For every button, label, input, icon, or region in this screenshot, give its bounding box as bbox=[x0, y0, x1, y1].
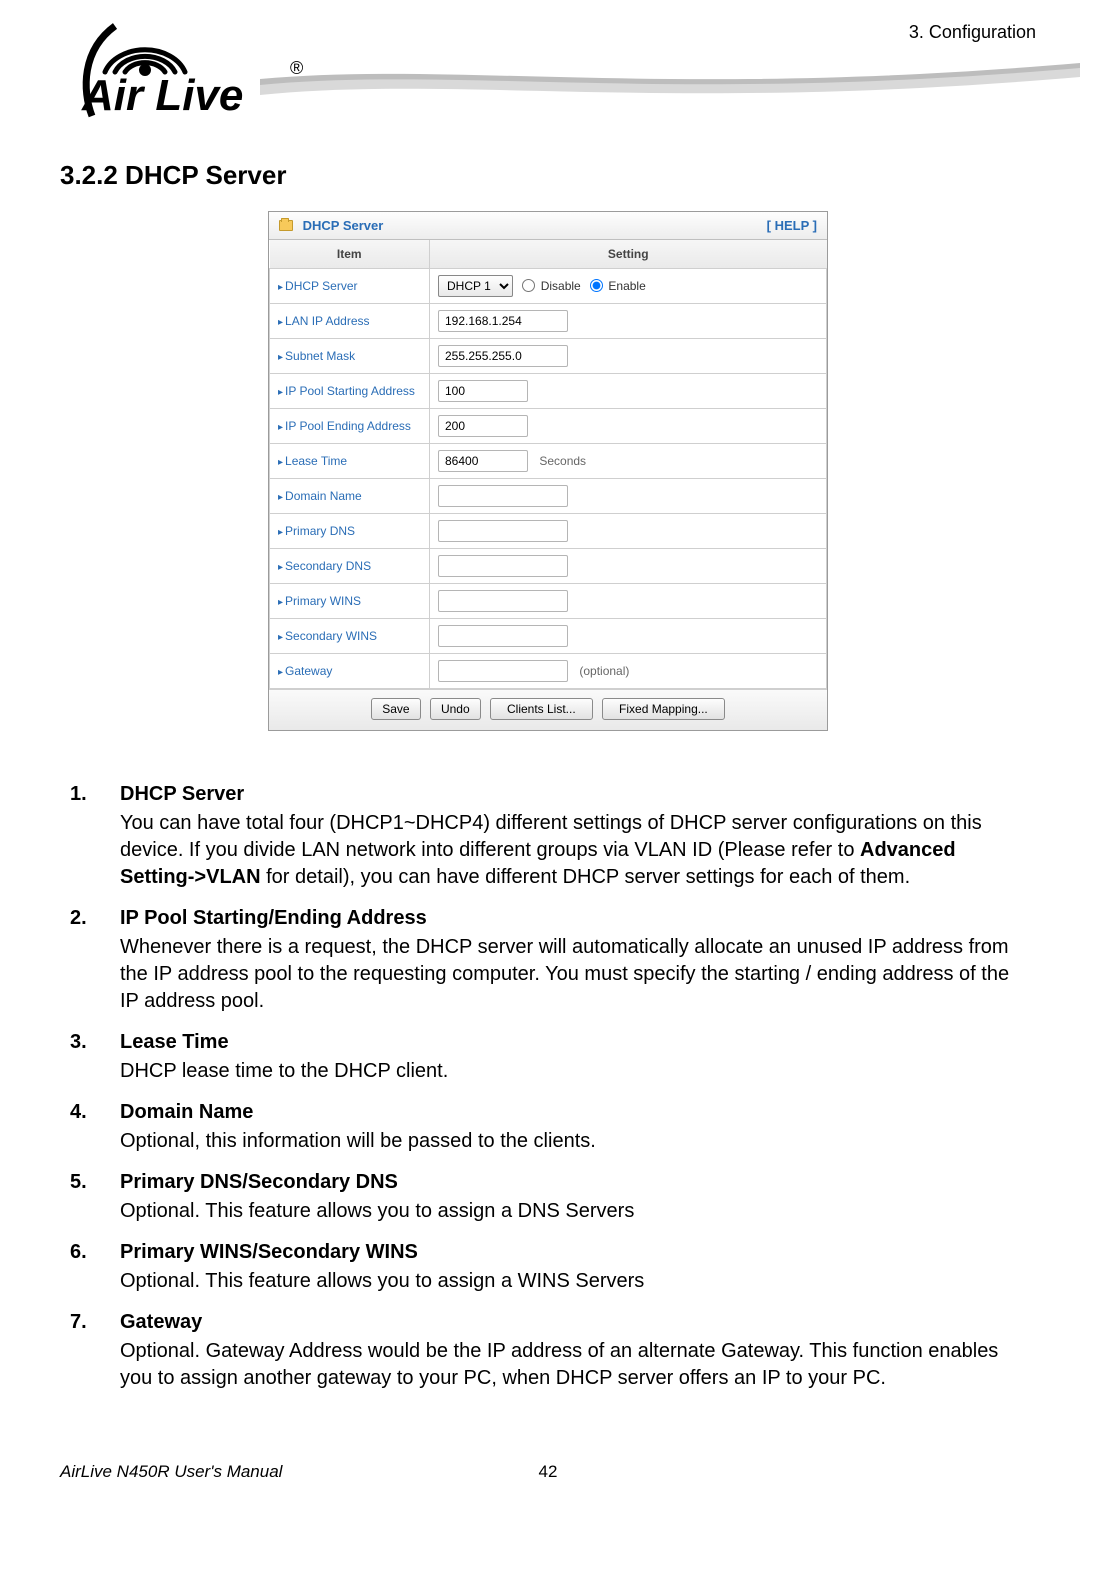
undo-button[interactable]: Undo bbox=[430, 698, 481, 720]
lease-time-unit: Seconds bbox=[539, 454, 586, 468]
desc-item: 6. Primary WINS/Secondary WINS Optional.… bbox=[70, 1239, 1026, 1295]
svg-text:Air Live: Air Live bbox=[81, 71, 243, 120]
desc-num: 2. bbox=[70, 905, 120, 1015]
desc-num: 1. bbox=[70, 781, 120, 891]
dhcp-server-panel: DHCP Server [ HELP ] Item Setting ▸DHCP … bbox=[268, 211, 828, 731]
footer-manual-name: AirLive N450R User's Manual bbox=[60, 1462, 282, 1482]
desc-text: Optional. This feature allows you to ass… bbox=[120, 1270, 644, 1292]
desc-item: 4. Domain Name Optional, this informatio… bbox=[70, 1099, 1026, 1155]
desc-title: Domain Name bbox=[120, 1099, 1026, 1126]
row-dhcp-server-label: ▸DHCP Server bbox=[270, 269, 430, 304]
description-list: 1. DHCP Server You can have total four (… bbox=[70, 781, 1026, 1392]
desc-num: 5. bbox=[70, 1169, 120, 1225]
row-dhcp-server-setting: DHCP 1 Disable Enable bbox=[430, 269, 827, 304]
desc-item: 1. DHCP Server You can have total four (… bbox=[70, 781, 1026, 891]
row-poolstart-label: ▸IP Pool Starting Address bbox=[270, 374, 430, 409]
desc-num: 3. bbox=[70, 1029, 120, 1085]
subnet-mask-input[interactable] bbox=[438, 345, 568, 367]
row-pdns-label: ▸Primary DNS bbox=[270, 514, 430, 549]
row-domain-label: ▸Domain Name bbox=[270, 479, 430, 514]
desc-item: 5. Primary DNS/Secondary DNS Optional. T… bbox=[70, 1169, 1026, 1225]
row-gateway-label: ▸Gateway bbox=[270, 654, 430, 689]
dhcp-instance-select[interactable]: DHCP 1 bbox=[438, 275, 513, 297]
secondary-wins-input[interactable] bbox=[438, 625, 568, 647]
dhcp-enable-option[interactable]: Enable bbox=[584, 279, 646, 293]
desc-item: 3. Lease Time DHCP lease time to the DHC… bbox=[70, 1029, 1026, 1085]
desc-num: 4. bbox=[70, 1099, 120, 1155]
domain-name-input[interactable] bbox=[438, 485, 568, 507]
row-swins-label: ▸Secondary WINS bbox=[270, 619, 430, 654]
brand-logo: Air Live ® bbox=[60, 20, 320, 120]
dhcp-disable-option[interactable]: Disable bbox=[516, 279, 580, 293]
desc-text: Optional. This feature allows you to ass… bbox=[120, 1200, 634, 1222]
desc-text: Optional, this information will be passe… bbox=[120, 1130, 596, 1152]
gateway-hint: (optional) bbox=[579, 664, 629, 678]
desc-title: Lease Time bbox=[120, 1029, 1026, 1056]
page-footer: AirLive N450R User's Manual 42 bbox=[60, 1462, 1036, 1482]
save-button[interactable]: Save bbox=[371, 698, 420, 720]
desc-title: IP Pool Starting/Ending Address bbox=[120, 905, 1026, 932]
desc-item: 7. Gateway Optional. Gateway Address wou… bbox=[70, 1309, 1026, 1392]
panel-button-row: Save Undo Clients List... Fixed Mapping.… bbox=[269, 689, 827, 730]
col-setting: Setting bbox=[430, 240, 827, 269]
desc-num: 7. bbox=[70, 1309, 120, 1392]
primary-dns-input[interactable] bbox=[438, 520, 568, 542]
chapter-reference: 3. Configuration bbox=[909, 20, 1036, 43]
desc-text: You can have total four (DHCP1~DHCP4) di… bbox=[120, 812, 982, 888]
gateway-input[interactable] bbox=[438, 660, 568, 682]
desc-item: 2. IP Pool Starting/Ending Address Whene… bbox=[70, 905, 1026, 1015]
pool-start-input[interactable] bbox=[438, 380, 528, 402]
section-heading: 3.2.2 DHCP Server bbox=[60, 160, 1036, 191]
row-subnet-label: ▸Subnet Mask bbox=[270, 339, 430, 374]
row-sdns-label: ▸Secondary DNS bbox=[270, 549, 430, 584]
desc-title: Gateway bbox=[120, 1309, 1026, 1336]
primary-wins-input[interactable] bbox=[438, 590, 568, 612]
row-pwins-label: ▸Primary WINS bbox=[270, 584, 430, 619]
folder-icon bbox=[279, 220, 293, 231]
row-lease-label: ▸Lease Time bbox=[270, 444, 430, 479]
desc-num: 6. bbox=[70, 1239, 120, 1295]
col-item: Item bbox=[270, 240, 430, 269]
fixed-mapping-button[interactable]: Fixed Mapping... bbox=[602, 698, 725, 720]
clients-list-button[interactable]: Clients List... bbox=[490, 698, 593, 720]
footer-page-number: 42 bbox=[539, 1462, 558, 1482]
help-link[interactable]: [ HELP ] bbox=[767, 218, 817, 233]
airlive-logo-icon: Air Live ® bbox=[60, 20, 320, 120]
lan-ip-input[interactable] bbox=[438, 310, 568, 332]
panel-title: DHCP Server bbox=[279, 218, 383, 233]
desc-title: Primary DNS/Secondary DNS bbox=[120, 1169, 1026, 1196]
desc-text: DHCP lease time to the DHCP client. bbox=[120, 1060, 448, 1082]
row-lanip-label: ▸LAN IP Address bbox=[270, 304, 430, 339]
secondary-dns-input[interactable] bbox=[438, 555, 568, 577]
desc-text: Whenever there is a request, the DHCP se… bbox=[120, 936, 1009, 1012]
page-header: Air Live ® 3. Configuration bbox=[60, 20, 1036, 120]
desc-title: Primary WINS/Secondary WINS bbox=[120, 1239, 1026, 1266]
pool-end-input[interactable] bbox=[438, 415, 528, 437]
logo-text: Air Live bbox=[81, 71, 243, 120]
lease-time-input[interactable] bbox=[438, 450, 528, 472]
row-poolend-label: ▸IP Pool Ending Address bbox=[270, 409, 430, 444]
desc-title: DHCP Server bbox=[120, 781, 1026, 808]
desc-text: Optional. Gateway Address would be the I… bbox=[120, 1340, 998, 1389]
logo-registered: ® bbox=[290, 58, 303, 78]
